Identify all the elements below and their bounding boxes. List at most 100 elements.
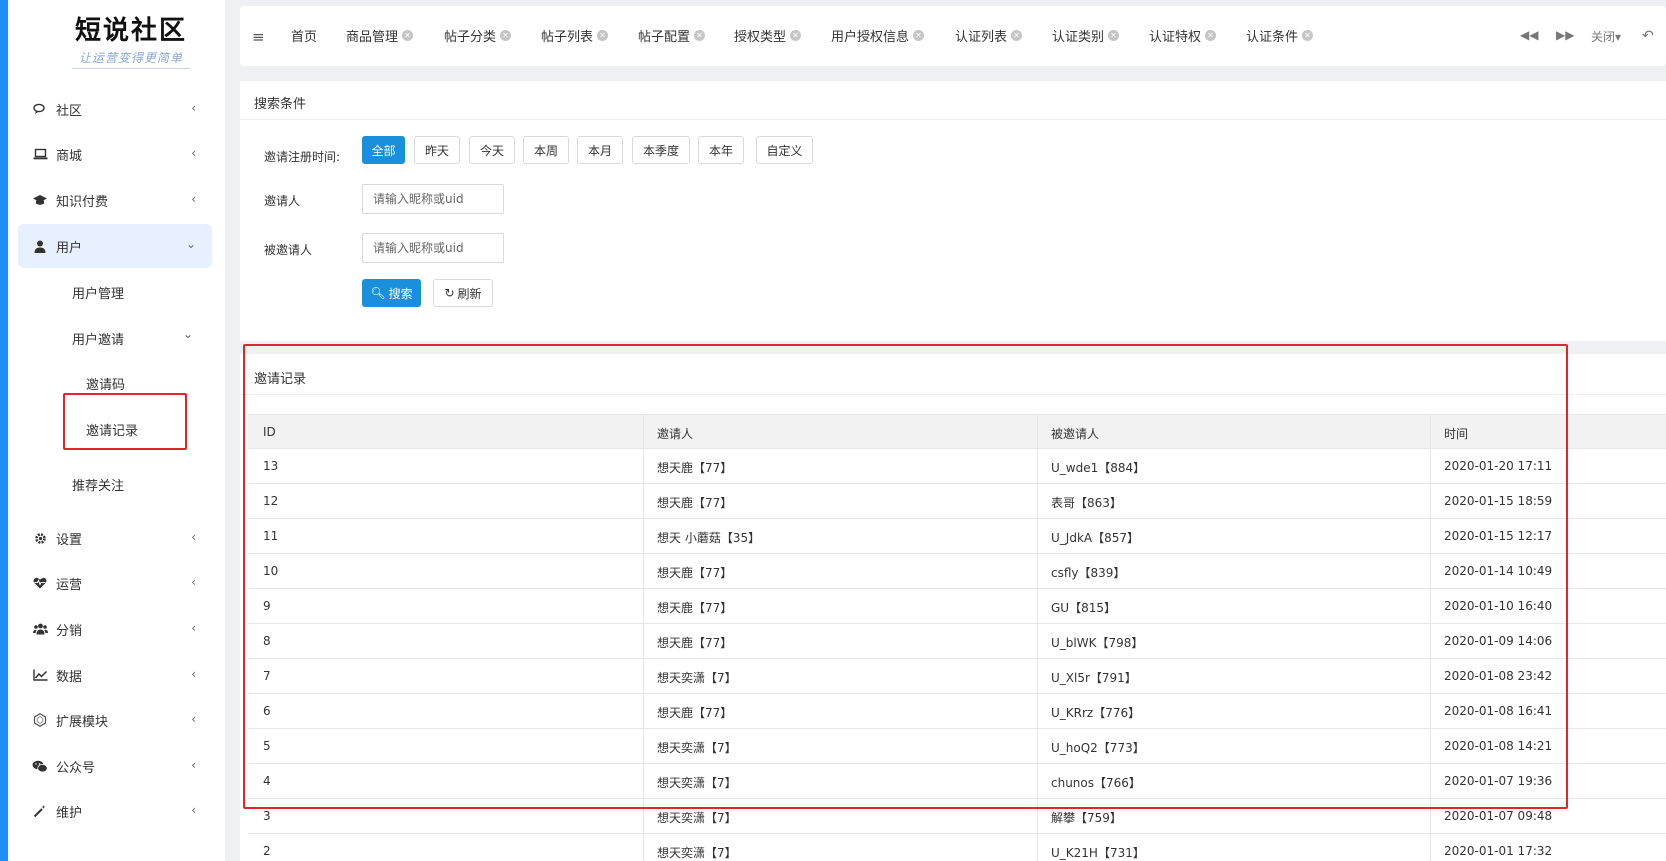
refresh-icon: ↻: [444, 286, 455, 300]
close-icon[interactable]: ✕: [1302, 30, 1314, 41]
hexagon-icon: [32, 712, 48, 728]
cell-inviter: 想天奕潇【7】: [657, 811, 737, 825]
close-icon[interactable]: ✕: [1205, 30, 1217, 41]
inviter-search-input[interactable]: [362, 184, 504, 214]
scroll-left-icon[interactable]: ◀◀: [1520, 28, 1538, 42]
close-menu-dropdown[interactable]: 关闭▾: [1591, 28, 1621, 45]
sidebar-sub-recommend-follow[interactable]: 推荐关注: [72, 475, 124, 494]
search-panel-title: 搜索条件: [254, 97, 307, 112]
hamburger-icon[interactable]: ≡: [252, 28, 265, 46]
sidebar-item-extensions[interactable]: 扩展模块 ‹: [18, 700, 212, 740]
sidebar-item-label: 扩展模块: [56, 714, 109, 730]
chevron-left-icon: ‹: [191, 192, 196, 206]
chat-bubbles-icon: [32, 101, 48, 117]
tab-label: 首页: [291, 30, 318, 45]
time-filter-this-quarter[interactable]: 本季度: [632, 136, 690, 164]
chevron-left-icon: ‹: [191, 667, 196, 681]
chevron-left-icon: ‹: [191, 530, 196, 544]
time-filter-all[interactable]: 全部: [362, 136, 405, 164]
close-icon[interactable]: ✕: [597, 30, 609, 41]
divider: [240, 119, 1666, 120]
sidebar-sub-user-management[interactable]: 用户管理: [72, 283, 124, 302]
tab-cert-privilege[interactable]: 认证特权 ✕: [1149, 26, 1217, 45]
sidebar-item-knowledge[interactable]: 知识付费 ‹: [18, 180, 212, 220]
close-icon[interactable]: ✕: [694, 30, 706, 41]
time-filter-yesterday[interactable]: 昨天: [414, 136, 460, 164]
tab-cert-list[interactable]: 认证列表 ✕: [955, 26, 1023, 45]
cell-id: 2: [263, 844, 271, 858]
refresh-button-label: 刷新: [457, 286, 482, 301]
tab-label: 帖子分类: [444, 30, 497, 45]
tab-label: 认证特权: [1149, 30, 1202, 45]
tab-post-config[interactable]: 帖子配置 ✕: [638, 26, 706, 45]
tab-auth-type[interactable]: 授权类型 ✕: [734, 26, 802, 45]
close-icon[interactable]: ✕: [913, 30, 925, 41]
chevron-left-icon: ‹: [191, 621, 196, 635]
logo-slogan: 让运营变得更简单: [78, 51, 183, 65]
time-filter-this-year[interactable]: 本年: [698, 136, 744, 164]
sidebar-item-label: 维护: [56, 805, 83, 821]
chevron-left-icon: ‹: [191, 146, 196, 160]
time-filter-today[interactable]: 今天: [469, 136, 515, 164]
sidebar-sub-invite-code[interactable]: 邀请码: [86, 374, 125, 393]
refresh-button[interactable]: ↻ 刷新: [433, 279, 493, 307]
tab-post-category[interactable]: 帖子分类 ✕: [444, 26, 512, 45]
logo-underline: [72, 68, 190, 69]
time-filter-this-week[interactable]: 本周: [523, 136, 569, 164]
sidebar-item-mall[interactable]: 商城 ‹: [18, 134, 212, 174]
sidebar-item-community[interactable]: 社区 ‹: [18, 89, 212, 129]
tab-post-list[interactable]: 帖子列表 ✕: [541, 26, 609, 45]
tab-user-auth-info[interactable]: 用户授权信息 ✕: [831, 26, 925, 45]
tab-label: 授权类型: [734, 30, 787, 45]
sidebar-item-label: 社区: [56, 103, 83, 119]
sidebar-item-maintenance[interactable]: 维护 ‹: [18, 791, 212, 831]
tab-label: 认证类别: [1052, 30, 1105, 45]
logo-title: 短说社区: [74, 16, 187, 46]
time-filter-this-month[interactable]: 本月: [577, 136, 623, 164]
users-group-icon: [32, 621, 48, 637]
sidebar-item-operations[interactable]: 运营 ‹: [18, 563, 212, 603]
tab-home[interactable]: 首页: [291, 26, 317, 45]
back-arrow-icon[interactable]: ↶: [1642, 28, 1654, 44]
inviter-label: 邀请人: [264, 194, 301, 208]
table-row[interactable]: 2 想天奕潇【7】 U_K21H【731】 2020-01-01 17:32: [248, 834, 1666, 861]
chevron-down-icon: ⌄: [185, 237, 196, 251]
sidebar-item-label: 设置: [56, 532, 83, 548]
search-icon: 🔍︎: [370, 286, 386, 300]
close-icon[interactable]: ✕: [1011, 30, 1023, 41]
close-icon[interactable]: ✕: [1108, 30, 1120, 41]
scroll-right-icon[interactable]: ▶▶: [1556, 28, 1574, 42]
tab-product-management[interactable]: 商品管理 ✕: [346, 26, 414, 45]
invitee-search-input[interactable]: [362, 233, 504, 263]
invitee-label: 被邀请人: [264, 243, 313, 257]
tab-label: 认证列表: [955, 30, 1008, 45]
chevron-down-icon: ⌄: [183, 327, 194, 341]
tab-cert-condition[interactable]: 认证条件 ✕: [1246, 26, 1314, 45]
highlight-box-sidebar: [63, 393, 187, 450]
sidebar-item-distribution[interactable]: 分销 ‹: [18, 609, 212, 649]
search-button[interactable]: 🔍︎ 搜索: [362, 279, 421, 307]
logo: 短说社区 让运营变得更简单: [66, 10, 196, 69]
close-icon[interactable]: ✕: [500, 30, 512, 41]
close-icon[interactable]: ✕: [790, 30, 802, 41]
time-filter-custom[interactable]: 自定义: [756, 136, 813, 164]
line-chart-icon: [32, 667, 48, 683]
wechat-icon: [32, 758, 48, 774]
tab-cert-category[interactable]: 认证类别 ✕: [1052, 26, 1120, 45]
sidebar-item-label: 用户: [56, 240, 83, 256]
sidebar-item-label: 知识付费: [56, 194, 109, 210]
sidebar-item-user[interactable]: 用户 ⌄: [18, 224, 212, 268]
sidebar-sub-user-invite[interactable]: 用户邀请: [72, 329, 124, 348]
tab-label: 认证条件: [1246, 30, 1299, 45]
invite-time-label: 邀请注册时间:: [264, 150, 341, 164]
tab-bar: ≡ 首页 商品管理 ✕ 帖子分类 ✕ 帖子列表 ✕ 帖子配置 ✕ 授权类型 ✕ 用户授权信…: [240, 6, 1666, 66]
tab-label: 用户授权信息: [831, 30, 910, 45]
sidebar-item-data[interactable]: 数据 ‹: [18, 655, 212, 695]
sidebar-item-label: 公众号: [56, 760, 96, 776]
cell-time: 2020-01-01 17:32: [1444, 844, 1553, 858]
magic-wand-icon: [32, 803, 48, 819]
sidebar-item-settings[interactable]: 设置 ‹: [18, 518, 212, 558]
sidebar-item-official-account[interactable]: 公众号 ‹: [18, 746, 212, 786]
sidebar-edge: [0, 0, 8, 861]
close-icon[interactable]: ✕: [402, 30, 414, 41]
